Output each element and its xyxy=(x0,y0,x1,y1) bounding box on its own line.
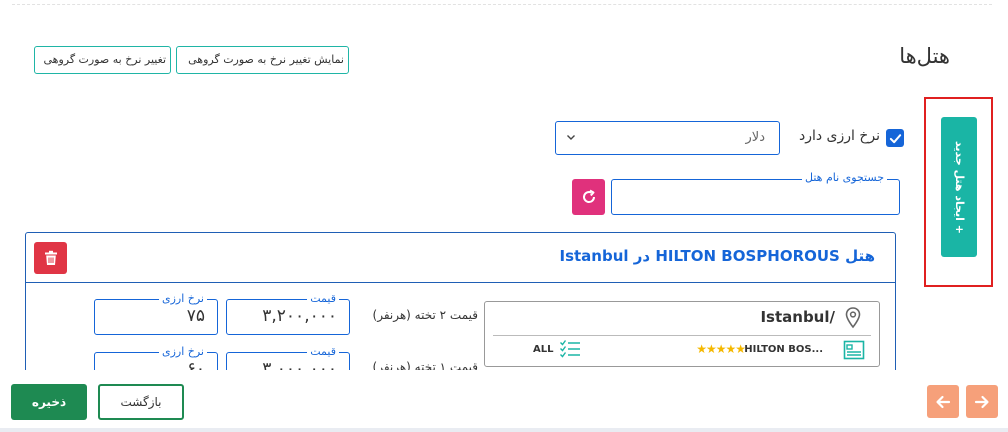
hotel-search-input[interactable]: جستجوی نام هتل xyxy=(611,171,900,215)
top-divider xyxy=(12,4,992,5)
previous-button[interactable] xyxy=(927,385,959,418)
price-legend: قیمت xyxy=(307,292,339,305)
save-button[interactable]: ذخیره xyxy=(11,384,87,420)
double-room-rate-input[interactable]: نرخ ارزی ۷۵ xyxy=(94,292,218,335)
back-button[interactable]: بازگشت xyxy=(98,384,184,420)
has-currency-rate-label: نرخ ارزی دارد xyxy=(798,128,880,144)
chevron-down-icon xyxy=(567,135,575,140)
has-currency-rate-checkbox[interactable] xyxy=(886,129,904,147)
hotel-short-name: HILTON BOS... xyxy=(744,344,823,355)
price-legend: قیمت xyxy=(307,345,339,358)
check-icon xyxy=(889,133,901,143)
hotel-card-title: هتل HILTON BOSPHOROUS در Istanbul xyxy=(559,247,875,265)
price-value: ۳,۲۰۰,۰۰۰ xyxy=(262,306,337,326)
trash-icon xyxy=(44,250,57,265)
next-button[interactable] xyxy=(966,385,998,418)
currency-select[interactable]: دلار xyxy=(555,121,780,155)
double-room-price-input[interactable]: قیمت ۳,۲۰۰,۰۰۰ xyxy=(226,292,350,335)
rate-legend: نرخ ارزی xyxy=(158,292,207,305)
rate-value: ۷۵ xyxy=(186,306,205,326)
board-type-label: ALL xyxy=(533,344,554,355)
checklist-icon xyxy=(560,340,580,358)
create-hotel-label: + ایجاد هتل جدید xyxy=(952,140,966,234)
create-hotel-button[interactable]: + ایجاد هتل جدید xyxy=(941,117,977,257)
rate-legend: نرخ ارزی xyxy=(158,345,207,358)
delete-hotel-button[interactable] xyxy=(34,242,67,274)
hotel-location: Istanbul/ xyxy=(760,308,835,326)
location-pin-icon xyxy=(845,307,861,329)
arrow-left-icon xyxy=(936,395,951,408)
arrow-right-icon xyxy=(974,395,989,408)
refresh-icon xyxy=(582,189,595,203)
refresh-button[interactable] xyxy=(572,179,605,215)
bed-icon xyxy=(843,340,865,360)
footer-strip xyxy=(0,428,1008,432)
star-rating: ★★★★★ xyxy=(696,342,746,356)
info-divider xyxy=(493,335,871,336)
page-title: هتل‌ها xyxy=(899,44,950,68)
hotel-search-legend: جستجوی نام هتل xyxy=(802,171,887,184)
show-group-rate-change-button[interactable]: نمایش تغییر نرخ به صورت گروهی xyxy=(176,46,349,74)
double-room-price-label: قیمت ۲ تخته (هرنفر) xyxy=(372,308,478,322)
card-header-divider xyxy=(26,282,895,283)
footer-bar: ذخیره بازگشت xyxy=(0,370,1008,432)
currency-select-value: دلار xyxy=(745,130,765,145)
hotel-info-box: Istanbul/ HILTON BOS... ★★★★★ ALL xyxy=(484,301,880,367)
page-root: هتل‌ها نمایش تغییر نرخ به صورت گروهی تغی… xyxy=(0,0,1008,432)
group-rate-change-button[interactable]: تغییر نرخ به صورت گروهی xyxy=(34,46,171,74)
